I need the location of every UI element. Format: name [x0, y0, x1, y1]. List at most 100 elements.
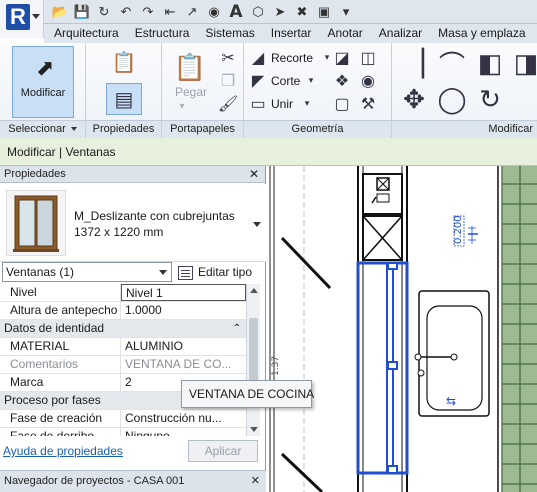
sync-icon[interactable]: ↻ [94, 3, 114, 21]
open-icon[interactable]: 📂 [50, 3, 70, 21]
cope-icon[interactable]: ◢ [248, 48, 268, 68]
chevron-down-icon [253, 222, 261, 227]
paint-icon[interactable]: ◉ [358, 71, 378, 91]
cursor-arrow-icon: ⬈ [36, 55, 55, 80]
apply-button[interactable]: Aplicar [188, 440, 258, 462]
modify-button-label: Modificar [20, 87, 66, 99]
match-properties-icon[interactable]: 🖌 [218, 94, 238, 114]
property-name: Marca [0, 374, 121, 391]
text-icon[interactable]: A [226, 2, 246, 22]
project-browser-title-bar: Navegador de proyectos - CASA 001 ✕ [0, 470, 266, 492]
tab-analizar[interactable]: Analizar [371, 24, 430, 43]
section-icon[interactable]: ➤ [270, 3, 290, 21]
unir-label[interactable]: Unir [271, 97, 293, 111]
tab-sistemas[interactable]: Sistemas [197, 24, 262, 43]
scroll-up-icon[interactable] [250, 288, 258, 293]
property-value[interactable]: Ninguno [121, 428, 246, 436]
instance-filter-dropdown[interactable]: Ventanas (1) [2, 262, 172, 282]
close-icon[interactable]: ✕ [249, 166, 259, 183]
chevron-down-icon [70, 127, 77, 132]
property-group-header[interactable]: Datos de identidad ⌃ [0, 320, 246, 338]
tab-anotar[interactable]: Anotar [319, 24, 370, 43]
align-icon[interactable]: ▕ [398, 47, 430, 79]
quick-access-icons: 📂 💾 ↻ ↶ ↷ ⇤ ↗ ◉ A ⬡ ➤ ✖ ▣ ▾ [50, 2, 356, 22]
properties-help-link[interactable]: Ayuda de propiedades [3, 444, 123, 458]
property-row: Fase de creación Construcción nu... [0, 410, 246, 428]
edit-type-button[interactable]: Editar tipo [178, 262, 252, 282]
chevron-down-icon: ▾ [179, 100, 185, 112]
edit-type-icon [178, 265, 193, 280]
property-name: MATERIAL [0, 338, 121, 355]
beam-join-icon[interactable]: ❖ [332, 71, 352, 91]
properties-palette-icon[interactable]: ▤ [106, 83, 142, 115]
tag-icon[interactable]: ◉ [204, 3, 224, 21]
measure-icon[interactable]: ⇤ [160, 3, 180, 21]
customize-icon[interactable]: ▾ [336, 3, 356, 21]
modify-button[interactable]: ⬈ Modificar [12, 46, 74, 118]
wall-joins-icon[interactable]: ◪ [332, 48, 352, 68]
svg-text:⇆: ⇆ [446, 394, 456, 408]
tab-insertar[interactable]: Insertar [263, 24, 320, 43]
properties-scrollbar[interactable] [246, 284, 260, 436]
ribbon-tabs: Arquitectura Estructura Sistemas Inserta… [44, 24, 537, 43]
cut-icon[interactable]: ✂ [218, 48, 238, 68]
type-selector[interactable]: M_Deslizante con cubrejuntas 1372 x 1220… [0, 184, 266, 262]
undo-icon[interactable]: ↶ [116, 3, 136, 21]
property-name: Nivel [0, 284, 121, 301]
ribbon: ⬈ Modificar Seleccionar 📋 ▤ Propiedades … [0, 43, 537, 138]
paste-icon[interactable]: 📋 [174, 51, 206, 83]
recorte-label[interactable]: Recorte [271, 51, 313, 65]
group-label-geometria: Geometría [244, 120, 391, 138]
hammer-icon[interactable]: ⚒ [358, 94, 378, 114]
options-bar: Modificar | Ventanas [0, 138, 537, 166]
property-value[interactable]: 1.0000 [121, 302, 246, 319]
drawing-canvas[interactable]: ⇆ 0.200 1.37 [266, 166, 537, 492]
property-group-title: Datos de identidad [4, 321, 105, 335]
tooltip: VENTANA DE COCINA [181, 380, 314, 408]
property-name: Fase de creación [0, 410, 121, 427]
tab-estructura[interactable]: Estructura [127, 24, 198, 43]
property-value-input[interactable]: Nivel 1 [121, 284, 246, 301]
properties-title: Propiedades [4, 168, 66, 180]
group-modificar: ▕ ⌒ ◧ ◨ ✥ ◯ ↻ Modificar [392, 43, 537, 138]
move-icon[interactable]: ✥ [398, 83, 430, 115]
tab-masa-y-emplazamiento[interactable]: Masa y emplaza [430, 24, 533, 43]
offset-icon[interactable]: ⌒ [436, 47, 468, 80]
corte-label[interactable]: Corte [271, 74, 300, 88]
project-browser-title: Navegador de proyectos - CASA 001 [4, 475, 185, 487]
property-value[interactable]: VENTANA DE CO... [121, 356, 246, 373]
property-row: Nivel Nivel 1 [0, 284, 246, 302]
copy-icon[interactable]: ❐ [218, 71, 238, 91]
group-label-propiedades: Propiedades [86, 120, 161, 138]
mirror-draw-icon[interactable]: ◨ [510, 47, 537, 79]
3d-view-icon[interactable]: ⬡ [248, 3, 268, 21]
tab-arquitectura[interactable]: Arquitectura [44, 24, 127, 43]
dimension-annotation: 0.200 [453, 215, 478, 247]
property-value[interactable]: ALUMINIO [121, 338, 246, 355]
paste-label: Pegar [175, 85, 208, 99]
chevron-down-icon [32, 14, 40, 19]
redo-icon[interactable]: ↷ [138, 3, 158, 21]
property-value[interactable]: Construcción nu... [121, 410, 246, 427]
scroll-down-icon[interactable] [250, 427, 258, 432]
mirror-axis-icon[interactable]: ◧ [474, 47, 506, 79]
dimension-icon[interactable]: ↗ [182, 3, 202, 21]
rotate-icon[interactable]: ↻ [474, 83, 506, 115]
property-name: Altura de antepecho [0, 302, 121, 319]
properties-title-bar: Propiedades ✕ [0, 166, 265, 183]
save-icon[interactable]: 💾 [72, 3, 92, 21]
cut-geometry-icon[interactable]: ◤ [248, 71, 268, 91]
demolish-icon[interactable]: ▢ [332, 94, 352, 114]
close-inactive-icon[interactable]: ✖ [292, 3, 312, 21]
join-icon[interactable]: ▭ [248, 94, 268, 114]
properties-grid: Nivel Nivel 1 Altura de antepecho 1.0000… [0, 284, 246, 436]
copy-elements-icon[interactable]: ◯ [436, 83, 468, 115]
close-icon[interactable]: ✕ [251, 471, 260, 491]
floor-plan-drawing: ⇆ 0.200 1.37 [269, 166, 537, 492]
switch-windows-icon[interactable]: ▣ [314, 3, 334, 21]
split-face-icon[interactable]: ◫ [358, 48, 378, 68]
group-label-seleccionar[interactable]: Seleccionar [0, 120, 85, 138]
dimension-text: 0.200 [453, 215, 464, 244]
application-menu-button[interactable]: R [0, 0, 44, 38]
type-properties-icon[interactable]: 📋 [110, 49, 138, 75]
